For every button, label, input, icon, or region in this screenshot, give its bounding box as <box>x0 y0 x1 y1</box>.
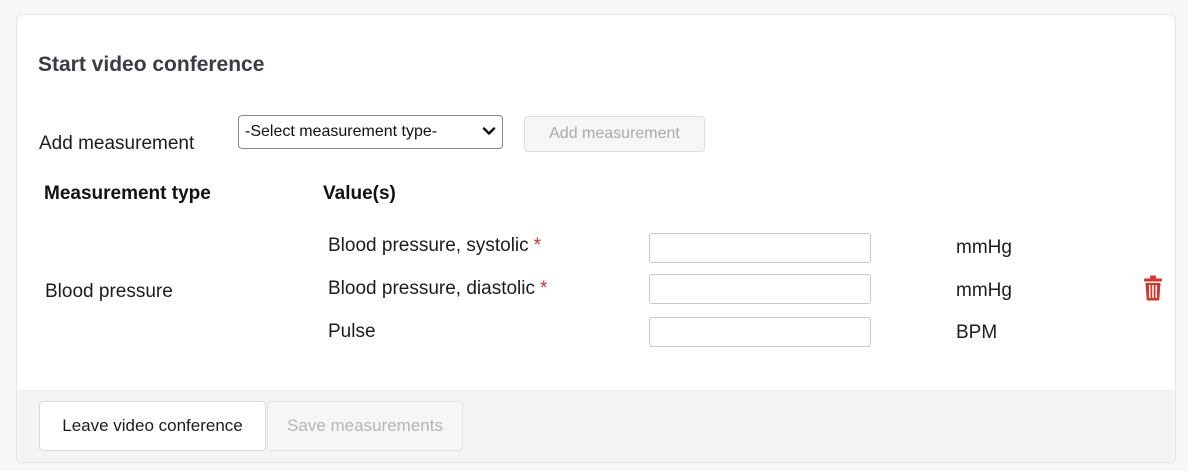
measurement-type-select[interactable]: -Select measurement type- <box>238 115 503 149</box>
leave-video-conference-button[interactable]: Leave video conference <box>39 401 266 451</box>
save-measurements-button[interactable]: Save measurements <box>267 401 463 451</box>
column-header-measurement-type: Measurement type <box>44 183 211 204</box>
systolic-label: Blood pressure, systolic * <box>328 235 541 257</box>
video-conference-card: Start video conference Add measurement -… <box>16 14 1176 463</box>
diastolic-input[interactable] <box>649 274 871 304</box>
select-value: -Select measurement type- <box>245 123 438 140</box>
add-measurement-label: Add measurement <box>39 133 195 154</box>
pulse-input[interactable] <box>649 317 871 347</box>
systolic-label-text: Blood pressure, systolic <box>328 235 529 256</box>
required-marker: * <box>540 278 548 299</box>
card-title: Start video conference <box>38 53 265 76</box>
measurement-type-cell: Blood pressure <box>45 281 173 302</box>
chevron-down-icon <box>482 127 496 135</box>
card-footer: Leave video conference Save measurements <box>17 390 1175 462</box>
required-marker: * <box>533 235 542 256</box>
trash-icon[interactable] <box>1143 275 1163 301</box>
pulse-label: Pulse <box>328 321 376 342</box>
pulse-unit: BPM <box>956 322 998 343</box>
diastolic-label: Blood pressure, diastolic * <box>328 278 547 300</box>
add-measurement-button[interactable]: Add measurement <box>524 116 705 152</box>
systolic-unit: mmHg <box>956 237 1012 258</box>
diastolic-label-text: Blood pressure, diastolic <box>328 278 535 299</box>
diastolic-unit: mmHg <box>956 280 1012 301</box>
systolic-input[interactable] <box>649 233 871 263</box>
column-header-values: Value(s) <box>323 183 396 204</box>
